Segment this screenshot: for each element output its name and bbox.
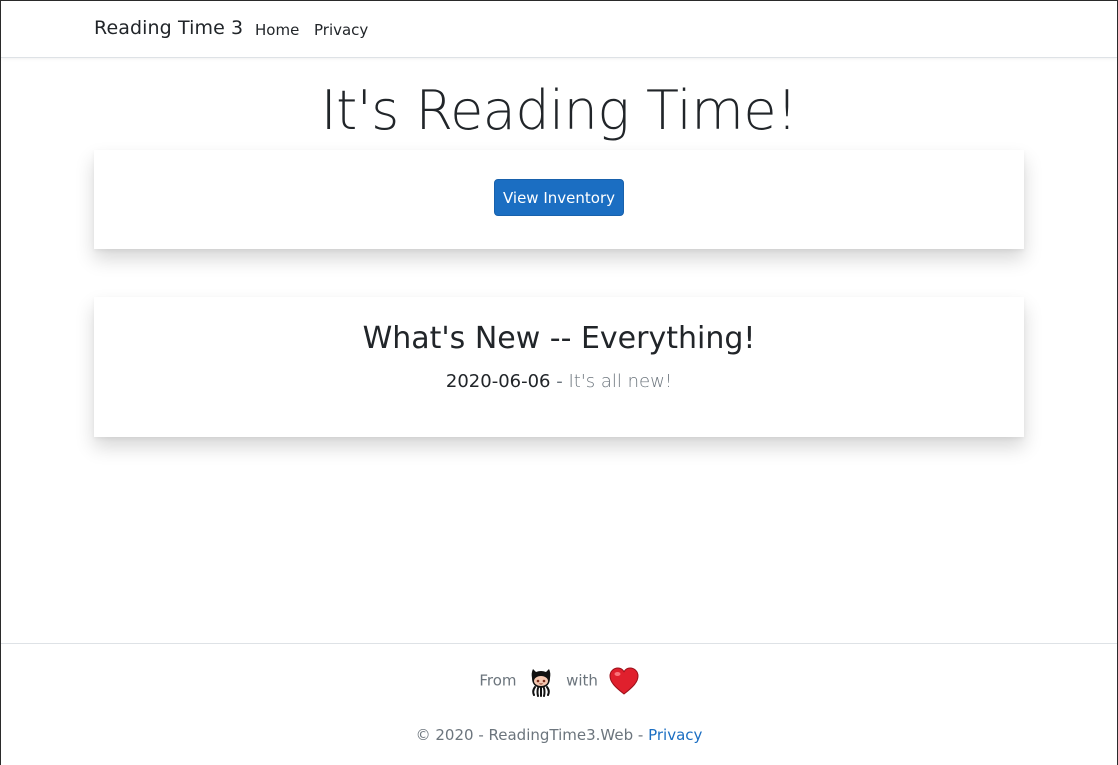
footer-privacy-link[interactable]: Privacy [648, 726, 702, 744]
inventory-card: View Inventory [94, 150, 1024, 249]
footer-from-label: From [479, 671, 517, 690]
heart-icon [609, 666, 639, 695]
footer-copyright: © 2020 - ReadingTime3.Web - [415, 726, 644, 744]
news-text: It's all new! [568, 371, 673, 392]
whats-new-card: What's New -- Everything! 2020-06-06 - I… [94, 297, 1024, 437]
news-title: What's New -- Everything! [362, 321, 756, 356]
footer-copyright-line: © 2020 - ReadingTime3.Web - Privacy [1, 726, 1117, 744]
news-separator: - [556, 371, 563, 392]
navbar-brand[interactable]: Reading Time 3 [94, 17, 243, 39]
footer-credit: From with [1, 662, 1117, 698]
nav-link-home[interactable]: Home [255, 21, 299, 39]
github-octocat-icon [531, 668, 551, 697]
nav-link-privacy[interactable]: Privacy [314, 21, 368, 39]
news-date: 2020-06-06 [445, 371, 551, 392]
top-navbar: Reading Time 3 Home Privacy [1, 1, 1117, 58]
page-footer: From with © 2020 - ReadingTime3.Web - Pr… [1, 643, 1117, 765]
news-entry: 2020-06-06 - It's all new! [94, 371, 1024, 392]
page-title: It's Reading Time! [320, 79, 798, 142]
view-inventory-button[interactable]: View Inventory [494, 179, 624, 216]
footer-with-label: with [566, 671, 598, 690]
